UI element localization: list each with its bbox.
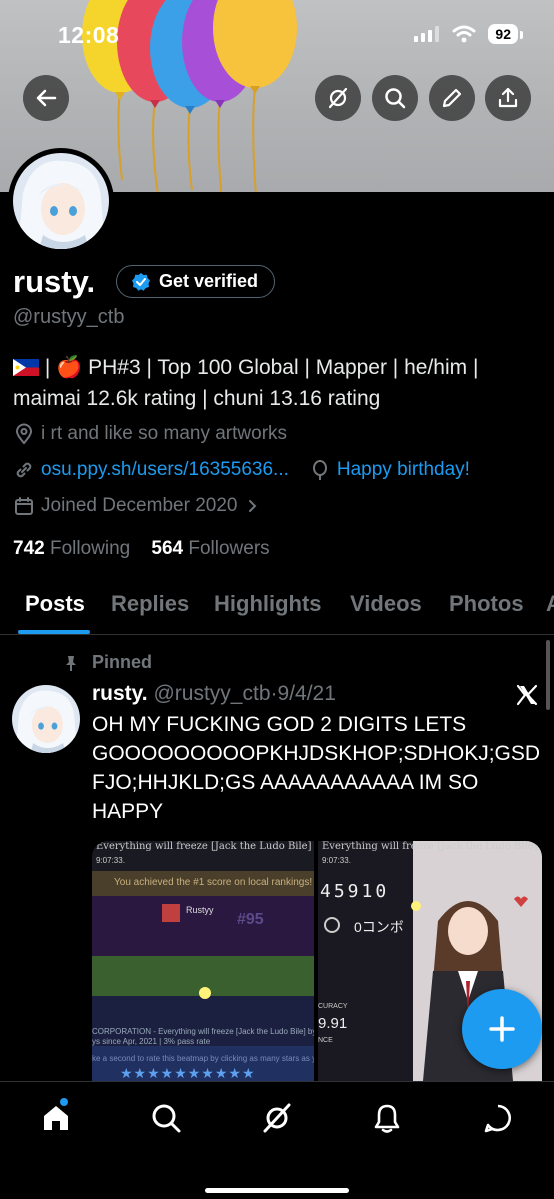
nav-search[interactable]: [146, 1098, 186, 1138]
nav-messages[interactable]: [478, 1098, 518, 1138]
post-date[interactable]: 9/4/21: [278, 682, 336, 705]
status-time: 12:08: [58, 22, 120, 48]
tab-highlights[interactable]: Highlights: [214, 591, 322, 617]
birthday-link[interactable]: Happy birthday!: [337, 459, 470, 481]
bio-line-2: maimai 12.6k rating | chuni 13.16 rating: [13, 387, 381, 410]
get-verified-button[interactable]: Get verified: [116, 265, 276, 298]
followers-count: 564: [151, 538, 184, 559]
nav-notifications[interactable]: [367, 1098, 407, 1138]
share-icon: [498, 87, 518, 108]
signal-icon: [414, 26, 440, 42]
philippines-flag-icon: [13, 359, 39, 376]
message-icon: [484, 1104, 511, 1133]
search-icon: [152, 1104, 181, 1133]
plus-icon: [489, 1016, 515, 1042]
tab-photos[interactable]: Photos: [449, 591, 524, 617]
media1-title: Everything will freeze [Jack the Ludo Bi…: [96, 841, 312, 852]
followers-label: Followers: [188, 538, 270, 559]
bottom-navigation: [0, 1081, 554, 1199]
profile-name: rusty.: [13, 264, 96, 299]
media2-circle-icon: [324, 917, 340, 933]
bio-line-1: | 🍎 PH#3 | Top 100 Global | Mapper | he/…: [13, 352, 543, 383]
search-button[interactable]: [372, 75, 418, 121]
media1-rank: #95: [237, 911, 264, 928]
media1-footer2: ys since Apr, 2021 | 3% pass rate: [92, 1037, 211, 1046]
website-link[interactable]: osu.ppy.sh/users/16355636...: [41, 459, 289, 481]
media2-score: 45910: [320, 881, 390, 902]
arrow-left-icon: [36, 89, 57, 107]
x-logo-icon: [516, 684, 538, 706]
follow-counts: 742 Following 564 Followers: [13, 538, 270, 560]
media1-footer3: ke a second to rate this beatmap by clic…: [92, 1054, 314, 1063]
joined-text: Joined December 2020: [41, 495, 238, 516]
post-text: OH MY FUCKING GOD 2 DIGITS LETS GOOOOOOO…: [92, 713, 541, 823]
grok-button[interactable]: [315, 75, 361, 121]
home-icon: [44, 1106, 68, 1130]
link-icon: [16, 462, 32, 478]
post-separator: ·: [270, 682, 278, 705]
followers-link[interactable]: 564 Followers: [151, 538, 269, 559]
media2-nce: NCE: [318, 1037, 333, 1044]
media2-title: Everything will freeze [Jack the Ludo Bi…: [322, 841, 538, 852]
home-indicator: [205, 1188, 349, 1193]
balloon-icon: [312, 460, 327, 480]
media1-banner: You achieved the #1 score on local ranki…: [114, 877, 313, 888]
battery-indicator: 92: [488, 24, 523, 44]
grok-icon: [328, 87, 348, 109]
tab-posts[interactable]: Posts: [25, 591, 85, 617]
media2-accuracy: 9.91: [318, 1015, 348, 1032]
post-author-handle: @rustyy_ctb: [153, 682, 271, 705]
pin-icon: [66, 655, 76, 671]
media1-stars: ★★★★★★★★★★: [120, 1065, 256, 1081]
compose-post-button[interactable]: [462, 989, 542, 1069]
location-text: i rt and like so many artworks: [41, 423, 288, 444]
tab-replies[interactable]: Replies: [111, 591, 189, 617]
following-label: Following: [49, 538, 131, 559]
nav-home[interactable]: [36, 1098, 76, 1138]
profile-avatar[interactable]: [8, 148, 114, 254]
grok-icon: [263, 1103, 291, 1133]
media2-accuracy-label: CURACY: [318, 1003, 348, 1010]
bio-line-1-text: | 🍎 PH#3 | Top 100 Global | Mapper | he/…: [39, 356, 479, 379]
back-button[interactable]: [23, 75, 69, 121]
profile-handle: @rustyy_ctb: [13, 306, 125, 328]
chevron-right-icon: [249, 500, 257, 512]
post-header: rusty. @rustyy_ctb·9/4/21: [92, 682, 336, 706]
bell-icon: [374, 1104, 400, 1133]
share-button[interactable]: [485, 75, 531, 121]
edit-button[interactable]: [429, 75, 475, 121]
pencil-icon: [442, 88, 462, 108]
active-tab-indicator: [18, 630, 90, 634]
location-icon: [15, 423, 33, 445]
post-author-name[interactable]: rusty.: [92, 682, 148, 705]
wifi-icon: [452, 25, 476, 43]
media1-player: Rustyy: [186, 905, 214, 915]
following-count: 742: [13, 538, 45, 559]
post-author-avatar[interactable]: [12, 685, 80, 753]
media1-footer: CORPORATION - Everything will freeze [Ja…: [92, 1027, 314, 1036]
joined-row[interactable]: Joined December 2020: [13, 495, 267, 517]
notification-dot: [60, 1098, 68, 1106]
media1-time: 9:07:33.: [96, 856, 125, 865]
avatar-image: [13, 153, 109, 249]
pinned-label: Pinned: [62, 652, 152, 673]
status-icons: 92: [414, 24, 523, 44]
calendar-icon: [15, 497, 33, 515]
media2-time: 9:07:33.: [322, 856, 351, 865]
pinned-text: Pinned: [92, 652, 153, 672]
post-media-1[interactable]: Everything will freeze [Jack the Ludo Bi…: [92, 841, 314, 1081]
following-link[interactable]: 742 Following: [13, 538, 130, 559]
profile-tabs: Posts Replies Highlights Videos Photos A: [0, 585, 554, 635]
profile-bio: | 🍎 PH#3 | Top 100 Global | Mapper | he/…: [13, 352, 543, 414]
scrollbar[interactable]: [546, 640, 550, 710]
media2-combo: 0コンボ: [354, 919, 404, 935]
links-row: osu.ppy.sh/users/16355636... Happy birth…: [13, 459, 470, 481]
nav-grok[interactable]: [257, 1098, 297, 1138]
search-icon: [385, 88, 406, 109]
location-row: i rt and like so many artworks: [13, 423, 287, 445]
get-verified-label: Get verified: [159, 271, 259, 291]
tab-articles-partial[interactable]: A: [546, 591, 554, 617]
tab-videos[interactable]: Videos: [350, 591, 422, 617]
verified-badge-icon: [132, 272, 150, 291]
